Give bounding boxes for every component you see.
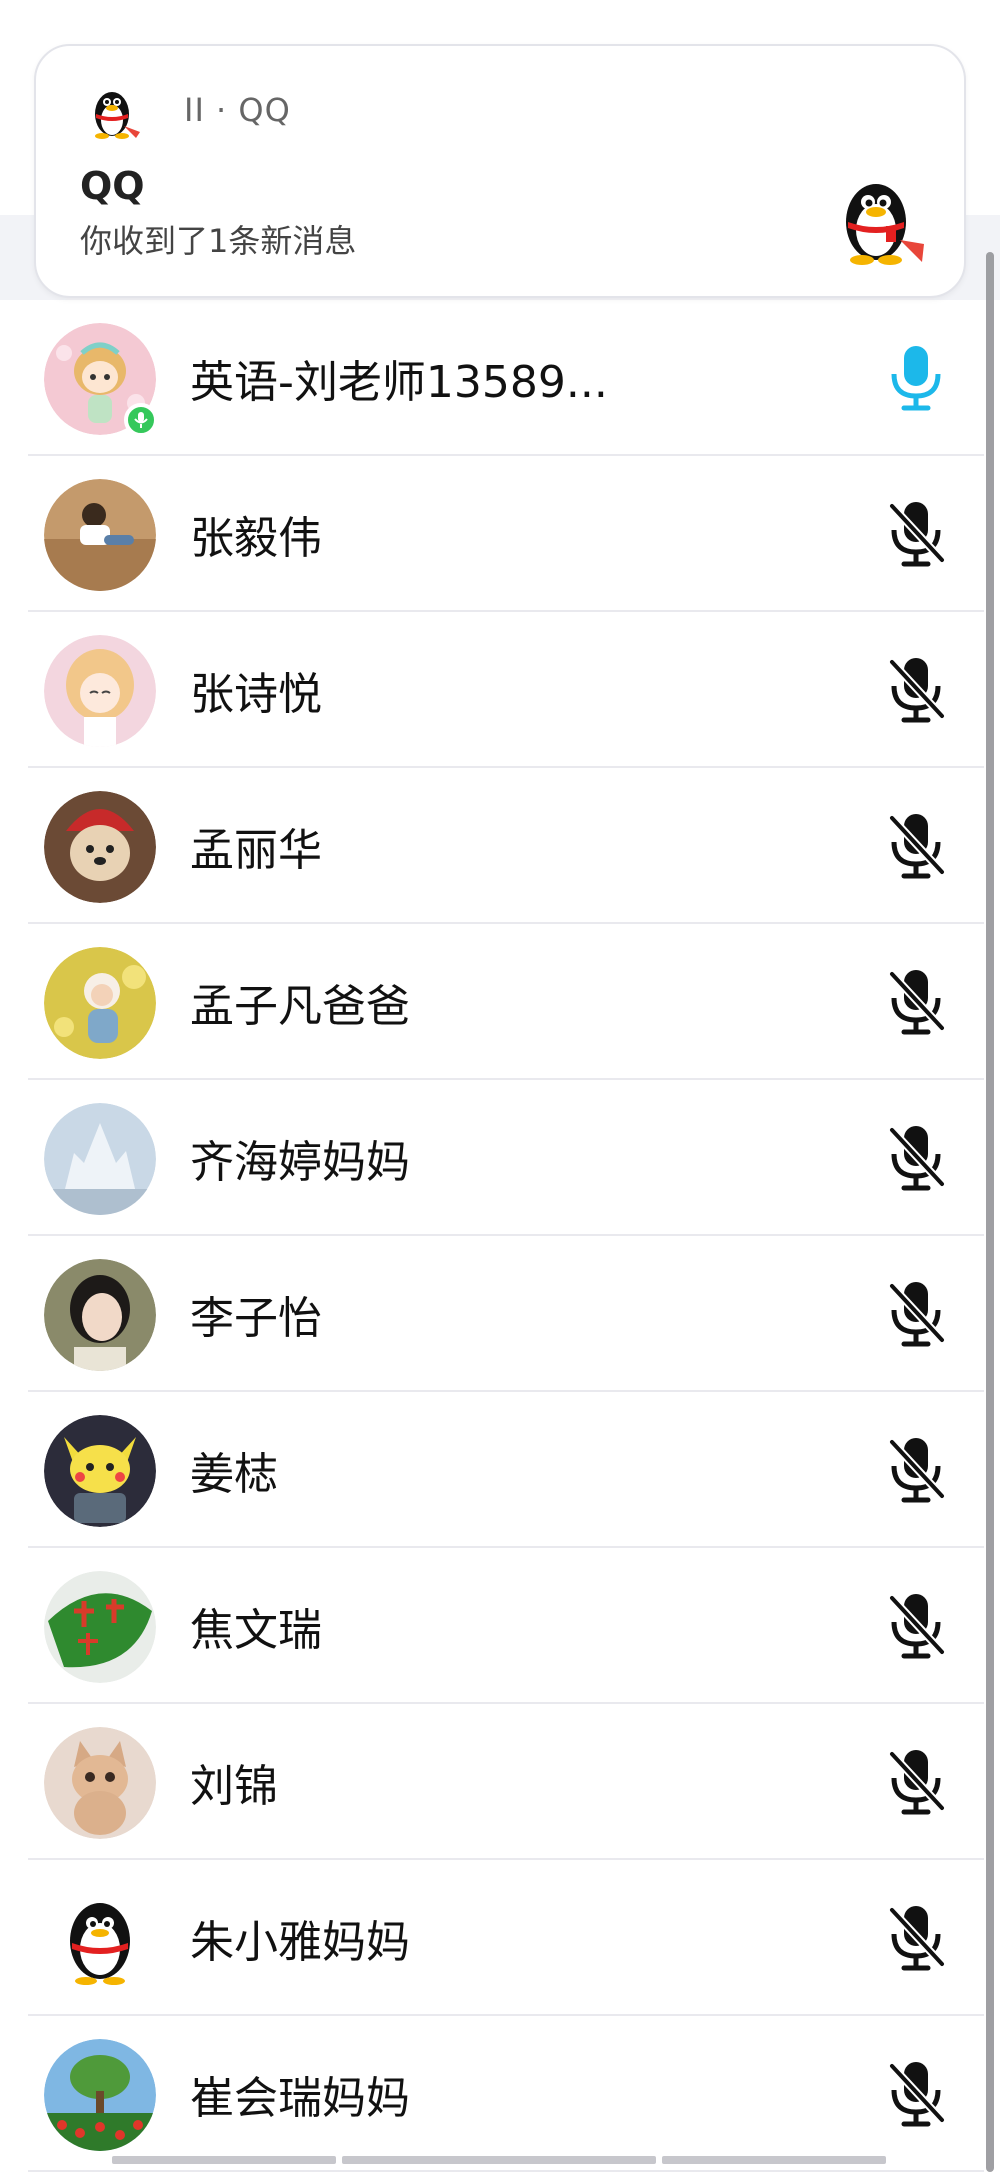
bottom-edge-segment (662, 2156, 886, 2164)
microphone-muted-icon[interactable] (886, 968, 946, 1036)
microphone-muted-icon[interactable] (886, 1748, 946, 1816)
microphone-muted-icon[interactable] (886, 1904, 946, 1972)
avatar (44, 1103, 156, 1215)
bottom-tabs-edge (0, 2156, 1000, 2167)
microphone-muted-icon[interactable] (886, 1124, 946, 1192)
avatar-image (44, 1103, 156, 1215)
participant-name: 李子怡 (190, 1293, 322, 1344)
microphone-on-icon[interactable] (886, 344, 946, 412)
avatar (44, 1571, 156, 1683)
microphone-muted-icon[interactable] (886, 656, 946, 724)
microphone-muted-icon[interactable] (886, 812, 946, 880)
participant-row[interactable]: 张毅伟 (0, 456, 1000, 612)
participant-name: 张诗悦 (190, 669, 322, 720)
participant-name: 朱小雅妈妈 (190, 1917, 410, 1968)
participant-name: 焦文瑞 (190, 1605, 322, 1656)
avatar-image (44, 947, 156, 1059)
participant-row[interactable]: 李子怡 (0, 1236, 1000, 1392)
qq-penguin-avatar-icon (846, 184, 924, 265)
participant-list: 英语-刘老师13589... 张毅伟 张诗悦 孟丽华 孟子凡爸爸 齐海婷妈妈 李… (0, 300, 1000, 2172)
avatar-image (44, 1259, 156, 1371)
speaking-badge (124, 403, 158, 437)
participant-name: 姜梽 (190, 1449, 278, 1500)
avatar (44, 323, 158, 437)
microphone-muted-icon[interactable] (886, 500, 946, 568)
microphone-muted-icon[interactable] (886, 2060, 946, 2128)
participant-row[interactable]: 孟丽华 (0, 768, 1000, 924)
participant-row[interactable]: 孟子凡爸爸 (0, 924, 1000, 1080)
scrollbar[interactable] (986, 252, 994, 2172)
avatar (44, 947, 156, 1059)
participant-row[interactable]: 英语-刘老师13589... (0, 300, 1000, 456)
participant-name: 英语-刘老师13589... (190, 357, 608, 408)
participant-row[interactable]: 姜梽 (0, 1392, 1000, 1548)
avatar (44, 1259, 156, 1371)
avatar-image (44, 635, 156, 747)
participant-row[interactable]: 崔会瑞妈妈 (0, 2016, 1000, 2172)
avatar-image (44, 1415, 156, 1527)
microphone-muted-icon[interactable] (886, 1592, 946, 1660)
avatar-image (44, 1571, 156, 1683)
avatar (44, 479, 156, 591)
participant-row[interactable]: 刘锦 (0, 1704, 1000, 1860)
avatar (44, 1727, 156, 1839)
microphone-muted-icon[interactable] (886, 1436, 946, 1504)
avatar-image (44, 791, 156, 903)
bottom-edge-segment (342, 2156, 656, 2164)
avatar-image (44, 1883, 156, 1995)
participant-row[interactable]: 张诗悦 (0, 612, 1000, 768)
avatar (44, 2039, 156, 2151)
avatar-image (44, 2039, 156, 2151)
participant-row[interactable]: 齐海婷妈妈 (0, 1080, 1000, 1236)
microphone-muted-icon[interactable] (886, 1280, 946, 1348)
notification-title: QQ (80, 164, 145, 208)
participant-name: 齐海婷妈妈 (190, 1137, 410, 1188)
participant-row[interactable]: 焦文瑞 (0, 1548, 1000, 1704)
avatar-image (44, 479, 156, 591)
avatar (44, 635, 156, 747)
participant-name: 崔会瑞妈妈 (190, 2073, 410, 2124)
participant-name: 刘锦 (190, 1761, 278, 1812)
notification-body: 你收到了1条新消息 (80, 222, 357, 260)
bottom-edge-segment (112, 2156, 336, 2164)
qq-penguin-icon (95, 92, 140, 139)
notification-meta: II · QQ (184, 91, 291, 129)
qq-notification-banner[interactable]: II · QQ QQ 你收到了1条新消息 (34, 44, 966, 298)
avatar-image (44, 1727, 156, 1839)
avatar (44, 1883, 156, 1995)
avatar (44, 1415, 156, 1527)
participant-name: 孟子凡爸爸 (190, 981, 410, 1032)
participant-name: 张毅伟 (190, 513, 322, 564)
notification-header: II · QQ (80, 78, 291, 142)
participant-row[interactable]: 朱小雅妈妈 (0, 1860, 1000, 2016)
mic-small-icon (134, 412, 148, 428)
avatar (44, 791, 156, 903)
participant-name: 孟丽华 (190, 825, 322, 876)
